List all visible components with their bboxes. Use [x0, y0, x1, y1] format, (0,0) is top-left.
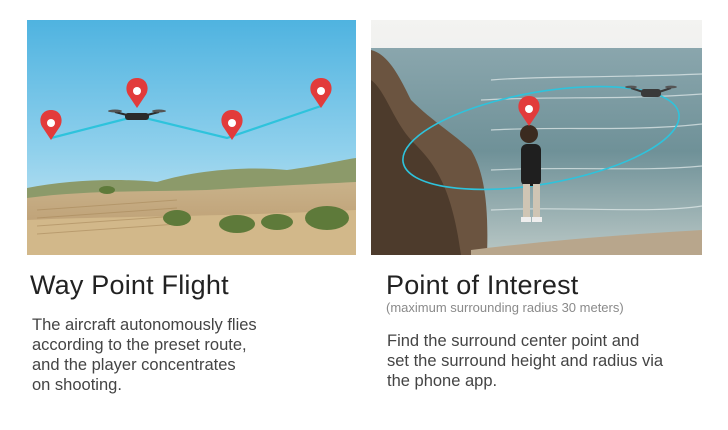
waypoint-flight-description: The aircraft autonomously flies accordin… [32, 315, 332, 395]
waypoint-flight-image [27, 20, 356, 255]
description-line: according to the preset route, [32, 336, 247, 354]
description-line: on shooting. [32, 376, 122, 394]
waypoint-flight-card: Way Point Flight The aircraft autonomous… [18, 0, 358, 430]
description-line: set the surround height and radius via [387, 352, 664, 370]
description-line: and the player concentrates [32, 356, 236, 374]
description-line: the phone app. [387, 372, 498, 390]
seaside-illustration [371, 20, 702, 255]
point-of-interest-description: Find the surround center point and set t… [387, 331, 707, 391]
description-line: Find the surround center point and [387, 332, 640, 350]
point-of-interest-title: Point of Interest [386, 270, 579, 300]
point-of-interest-subtitle: (maximum surrounding radius 30 meters) [386, 300, 624, 315]
waypoint-flight-title: Way Point Flight [30, 270, 229, 300]
description-line: The aircraft autonomously flies [32, 316, 257, 334]
point-of-interest-card: Point of Interest (maximum surrounding r… [366, 0, 706, 430]
landscape-illustration [27, 20, 356, 255]
point-of-interest-image [371, 20, 702, 255]
